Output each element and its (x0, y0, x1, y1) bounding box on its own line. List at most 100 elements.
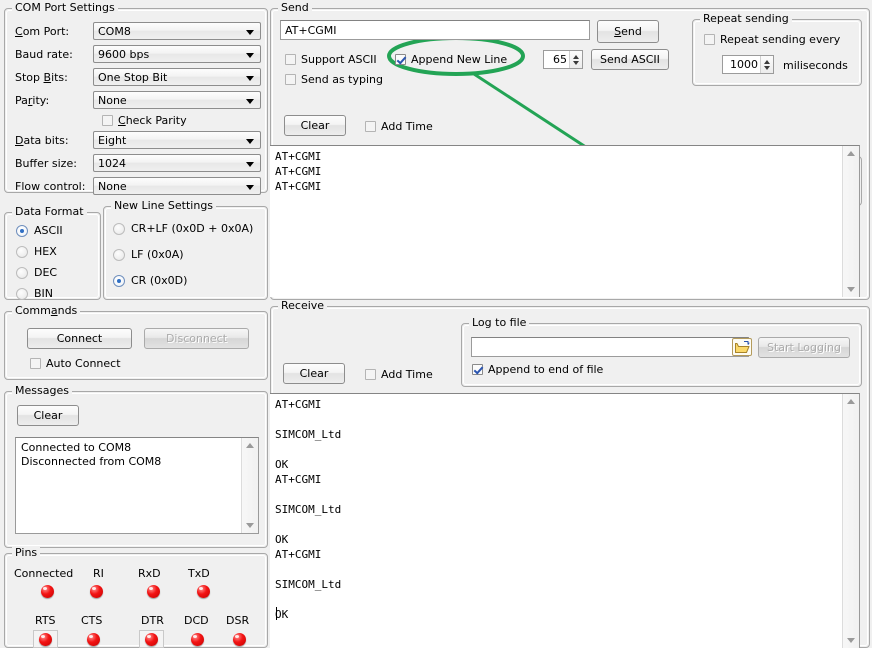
receive-log-pane[interactable]: AT+CGMI SIMCOM_Ltd OK AT+CGMI SIMCOM_Ltd… (270, 393, 860, 648)
text-caret (276, 607, 277, 620)
radio-data-format-dec[interactable]: DEC (16, 266, 57, 279)
scroll-down-icon[interactable] (246, 523, 254, 528)
send-as-typing-checkbox[interactable]: Send as typing (285, 73, 383, 86)
pin-label-rxd: RxD (138, 567, 161, 580)
flow-control-label: Flow control: (15, 180, 85, 193)
radio-data-format-bin[interactable]: BIN (16, 287, 53, 300)
ascii-code-spinner[interactable]: 65 (543, 50, 583, 69)
receive-log-text: AT+CGMI SIMCOM_Ltd OK AT+CGMI SIMCOM_Ltd… (275, 397, 839, 622)
repeat-interval-spinner[interactable]: 1000 (722, 55, 774, 74)
scroll-down-icon[interactable] (847, 638, 855, 643)
commands-group: Commands Connect Disconnect Auto Connect (4, 311, 268, 380)
messages-list[interactable]: Connected to COM8 Disconnected from COM8 (15, 437, 259, 534)
scroll-up-icon[interactable] (847, 151, 855, 156)
log-file-browse-button[interactable] (732, 338, 752, 356)
send-ascii-button[interactable]: Send ASCII (591, 49, 669, 70)
messages-group: Messages Clear Connected to COM8 Disconn… (4, 391, 268, 548)
scroll-down-icon[interactable] (847, 287, 855, 292)
send-add-time-checkbox[interactable]: Add Time (365, 120, 433, 133)
radio-button (16, 267, 28, 279)
radio-label: BIN (34, 287, 53, 300)
log-file-path-input[interactable] (471, 337, 749, 357)
stop-bits-value: One Stop Bit (98, 71, 167, 84)
spinner-up-icon[interactable] (573, 55, 579, 59)
send-clear-button[interactable]: Clear (284, 115, 346, 136)
com-port-settings-group: COM Port Settings Com Port: COM8 Baud ra… (4, 8, 268, 193)
checkbox-box (704, 34, 715, 45)
append-new-line-checkbox[interactable]: Append New Line (395, 53, 507, 66)
messages-clear-button[interactable]: Clear (17, 405, 79, 426)
data-bits-value: Eight (98, 134, 126, 147)
disconnect-button[interactable]: Disconnect (144, 328, 249, 349)
ascii-code-value: 65 (544, 53, 569, 66)
send-log-scrollbar[interactable] (842, 146, 859, 297)
scroll-up-icon[interactable] (246, 443, 254, 448)
append-to-end-label: Append to end of file (488, 363, 603, 376)
spinner-up-icon[interactable] (764, 60, 770, 64)
chevron-down-icon (246, 99, 254, 104)
new-line-settings-group: New Line Settings CR+LF (0x0D + 0x0A) LF… (103, 206, 268, 300)
baud-rate-value: 9600 bps (98, 48, 149, 61)
checkbox-box (102, 115, 113, 126)
receive-clear-button[interactable]: Clear (283, 363, 345, 384)
checkbox-box (365, 369, 376, 380)
radio-newline-cr[interactable]: CR (0x0D) (113, 274, 187, 287)
stop-bits-select[interactable]: One Stop Bit (93, 68, 261, 86)
repeat-unit-label: miliseconds (783, 59, 848, 72)
chevron-down-icon (246, 30, 254, 35)
radio-button (16, 225, 28, 237)
spinner-down-icon[interactable] (573, 61, 579, 65)
parity-select[interactable]: None (93, 91, 261, 109)
pin-led-cts (87, 633, 100, 646)
flow-control-select[interactable]: None (93, 177, 261, 195)
receive-log-scrollbar[interactable] (842, 394, 859, 648)
messages-scrollbar[interactable] (241, 438, 258, 533)
com-port-value: COM8 (98, 25, 131, 38)
radio-label: CR (0x0D) (131, 274, 187, 287)
radio-newline-crlf[interactable]: CR+LF (0x0D + 0x0A) (113, 222, 253, 235)
log-to-file-group: Log to file Start Logging Append to end … (461, 323, 862, 387)
com-port-select[interactable]: COM8 (93, 22, 261, 40)
receive-add-time-checkbox[interactable]: Add Time (365, 368, 433, 381)
send-button[interactable]: Send (597, 20, 659, 43)
radio-newline-lf[interactable]: LF (0x0A) (113, 248, 184, 261)
send-log-text: AT+CGMI AT+CGMI AT+CGMI (275, 149, 839, 194)
send-command-value: AT+CGMI (285, 24, 337, 37)
log-to-file-caption: Log to file (469, 317, 529, 328)
pin-label-dsr: DSR (226, 614, 249, 627)
send-as-typing-label: Send as typing (301, 73, 383, 86)
auto-connect-label: Auto Connect (46, 357, 121, 370)
pin-label-txd: TxD (188, 567, 210, 580)
spinner-buttons[interactable] (569, 51, 582, 68)
messages-caption: Messages (12, 385, 72, 396)
check-parity-label: Check Parity (118, 114, 187, 127)
send-add-time-label: Add Time (381, 120, 433, 133)
baud-rate-select[interactable]: 9600 bps (93, 45, 261, 63)
chevron-down-icon (246, 53, 254, 58)
append-to-end-checkbox[interactable]: Append to end of file (472, 363, 603, 376)
repeat-sending-checkbox[interactable]: Repeat sending every (704, 33, 840, 46)
scroll-up-icon[interactable] (847, 399, 855, 404)
checkbox-box (395, 54, 406, 65)
check-parity-checkbox[interactable]: Check Parity (102, 114, 187, 127)
send-command-input[interactable]: AT+CGMI (280, 20, 590, 40)
data-format-group: Data Format ASCII HEX DEC BIN (4, 212, 101, 300)
spinner-buttons[interactable] (760, 56, 773, 73)
spinner-down-icon[interactable] (764, 66, 770, 70)
start-logging-button[interactable]: Start Logging (758, 337, 850, 358)
support-ascii-checkbox[interactable]: Support ASCII (285, 53, 377, 66)
send-log-pane[interactable]: AT+CGMI AT+CGMI AT+CGMI (270, 145, 860, 297)
repeat-interval-value: 1000 (723, 58, 760, 71)
radio-data-format-hex[interactable]: HEX (16, 245, 57, 258)
checkbox-box (472, 364, 483, 375)
messages-text: Connected to COM8 Disconnected from COM8 (21, 441, 238, 469)
connect-button[interactable]: Connect (27, 328, 132, 349)
pin-label-cts: CTS (81, 614, 102, 627)
send-caption: Send (278, 2, 312, 13)
data-bits-select[interactable]: Eight (93, 131, 261, 149)
auto-connect-checkbox[interactable]: Auto Connect (30, 357, 121, 370)
buffer-size-select[interactable]: 1024 (93, 154, 261, 172)
radio-data-format-ascii[interactable]: ASCII (16, 224, 63, 237)
repeat-sending-group: Repeat sending Repeat sending every 1000… (692, 19, 862, 86)
checkbox-box (285, 54, 296, 65)
